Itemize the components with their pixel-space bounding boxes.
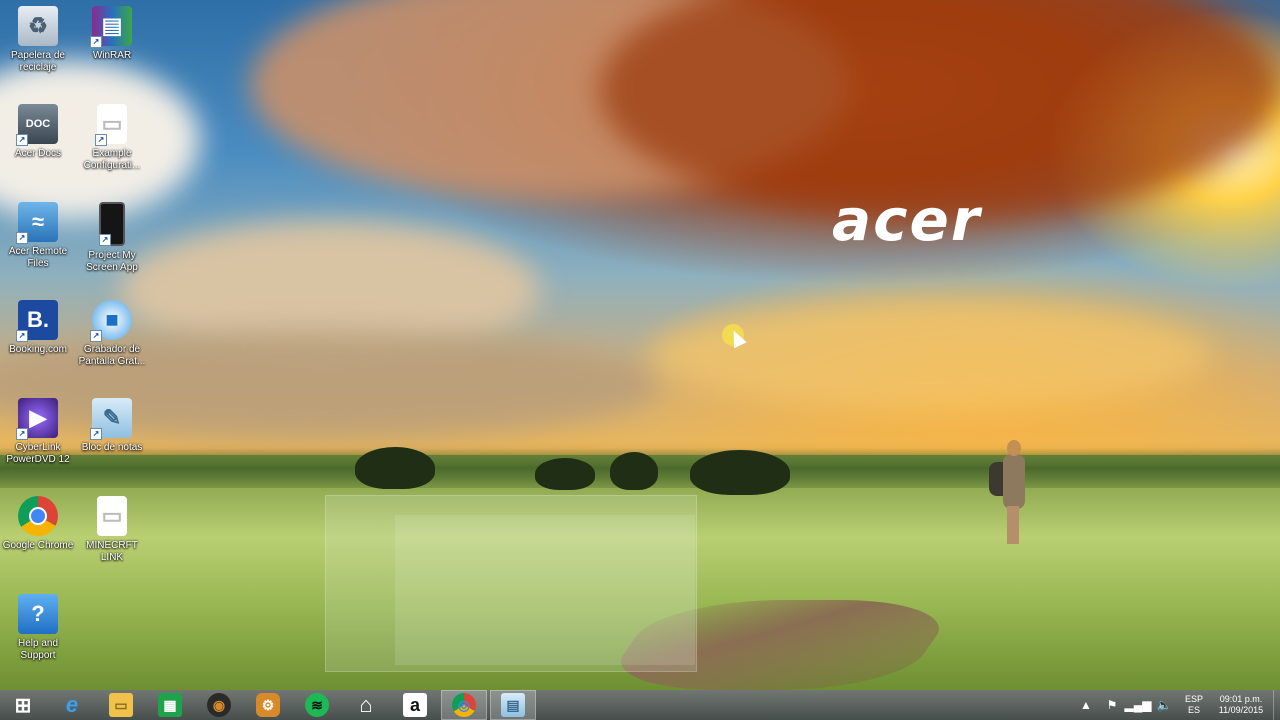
desktop-icon-winrar[interactable]: ▤ ↗ WinRAR (74, 6, 150, 62)
desktop-icon-minecraft-link[interactable]: ▭ MINECRFT LINK (74, 496, 150, 564)
booking-icon: B. ↗ (16, 300, 58, 342)
acer-remote-files-icon: ≈ ↗ (16, 202, 58, 244)
cloud (650, 300, 1210, 410)
acer-docs-icon: DOC ↗ (16, 104, 58, 146)
desktop-icon-google-chrome[interactable]: Google Chrome (0, 496, 76, 552)
desktop-icon-label: Acer Docs (14, 148, 62, 159)
home-icon: ⌂ (359, 692, 373, 717)
desktop-icon-example-configuration[interactable]: ▭ ↗ Example Configurati... (74, 104, 150, 172)
taskbar-app-manager[interactable]: ⚙ (245, 690, 291, 720)
taskbar-internet-explorer[interactable]: e (49, 690, 95, 720)
taskbar-clock[interactable]: 09:01 p.m. 11/09/2015 (1217, 694, 1265, 716)
language-code: ESP (1184, 694, 1203, 704)
desktop-icon-label: Help and Support (17, 638, 59, 661)
winrar-icon: ▤ ↗ (90, 6, 132, 48)
help-icon: ? (18, 594, 58, 634)
volume-speaker-icon[interactable]: 🔈 (1155, 696, 1173, 714)
desktop-icon-label: Grabador de Pantalla Grat... (78, 344, 146, 367)
taskbar-notepad[interactable]: ▤ (490, 690, 536, 720)
tree (535, 458, 595, 490)
clock-date: 11/09/2015 (1218, 705, 1264, 715)
desktop-icon-label: Bloc de notas (81, 442, 143, 453)
notepad-icon: ✎ ↗ (90, 398, 132, 440)
screen-recorder-icon: ■ ↗ (90, 300, 132, 342)
desktop-icon-label: Project My Screen App (86, 250, 138, 273)
desktop-icon-powerdvd[interactable]: ▶ ↗ CyberLink PowerDVD 12 (0, 398, 76, 466)
speaker-icon: ◉ (207, 693, 231, 717)
network-signal-icon[interactable]: ▂▄▆ (1125, 696, 1152, 714)
action-center-flag-icon[interactable]: ⚑ (1103, 696, 1121, 714)
desktop-icon-screen-recorder[interactable]: ■ ↗ Grabador de Pantalla Grat... (74, 300, 150, 368)
desktop-icon-label: Booking.com (9, 344, 67, 355)
desktop-wallpaper: acer (0, 0, 1280, 690)
gear-app-icon: ⚙ (256, 693, 280, 717)
desktop-icon-notepad[interactable]: ✎ ↗ Bloc de notas (74, 398, 150, 454)
desktop-icon-acer-remote-files[interactable]: ≈ ↗ Acer Remote Files (0, 202, 76, 270)
faded-window-inner (395, 515, 695, 665)
acer-logo: acer (832, 186, 982, 254)
internet-explorer-icon: e (65, 692, 79, 717)
taskbar-media-player[interactable]: ◉ (196, 690, 242, 720)
start-button[interactable]: ⊞ (0, 690, 46, 720)
taskbar-amazon[interactable]: a (392, 690, 438, 720)
folder-icon: ▭ (109, 693, 133, 717)
chrome-icon (18, 496, 58, 536)
show-desktop-button[interactable] (1273, 690, 1280, 720)
project-screen-icon: ↗ (99, 202, 125, 246)
taskbar-file-explorer[interactable]: ▭ (98, 690, 144, 720)
tree (355, 447, 435, 489)
desktop-icon-project-my-screen[interactable]: ↗ Project My Screen App (74, 202, 150, 274)
taskbar-spotify[interactable]: ≋ (294, 690, 340, 720)
tree (690, 450, 790, 495)
desktop-icon-label: WinRAR (92, 50, 132, 61)
desktop-icon-label: CyberLink PowerDVD 12 (6, 442, 70, 465)
desktop-icon-label: Papelera de reciclaje (11, 50, 65, 73)
desktop-icon-recycle-bin[interactable]: ♻ Papelera de reciclaje (0, 6, 76, 74)
tree (610, 452, 658, 490)
show-hidden-icons-chevron-up-icon[interactable]: ▲ (1077, 696, 1095, 714)
desktop-icon-booking[interactable]: B. ↗ Booking.com (0, 300, 76, 356)
chrome-icon: ◎ (452, 693, 476, 717)
recycle-bin-icon: ♻ (18, 6, 58, 46)
file-icon: ▭ ↗ (95, 104, 127, 146)
system-tray: ▲ ⚑ ▂▄▆ 🔈 ESP ES 09:01 p.m. 11/09/2015 (1073, 690, 1280, 720)
keyboard-layout-code: ES (1187, 705, 1200, 715)
windows-logo-icon: ⊞ (14, 694, 32, 717)
taskbar: ⊞ e ▭ ▦ ◉ ⚙ ≋ ⌂ a ◎ ▤ ▲ ⚑ ▂▄▆ 🔈 ESP ES 0… (0, 690, 1280, 720)
desktop-icon-acer-docs[interactable]: DOC ↗ Acer Docs (0, 104, 76, 160)
input-language-indicator[interactable]: ESP ES (1185, 694, 1203, 716)
desktop-icon-label: Example Configurati... (83, 148, 141, 171)
desktop-icon-label: Google Chrome (2, 540, 74, 551)
spotify-icon: ≋ (305, 693, 329, 717)
notepad-icon: ▤ (501, 693, 525, 717)
taskbar-home[interactable]: ⌂ (343, 690, 389, 720)
store-icon: ▦ (158, 693, 182, 717)
desktop-icon-help-and-support[interactable]: ? Help and Support (0, 594, 76, 662)
hiker-figure (985, 440, 1029, 545)
desktop-icon-label: Acer Remote Files (8, 246, 68, 269)
clock-time: 09:01 p.m. (1219, 694, 1263, 704)
taskbar-store[interactable]: ▦ (147, 690, 193, 720)
amazon-icon: a (403, 693, 427, 717)
file-icon: ▭ (97, 496, 127, 536)
powerdvd-icon: ▶ ↗ (16, 398, 58, 440)
taskbar-chrome[interactable]: ◎ (441, 690, 487, 720)
desktop-icon-label: MINECRFT LINK (86, 540, 138, 563)
